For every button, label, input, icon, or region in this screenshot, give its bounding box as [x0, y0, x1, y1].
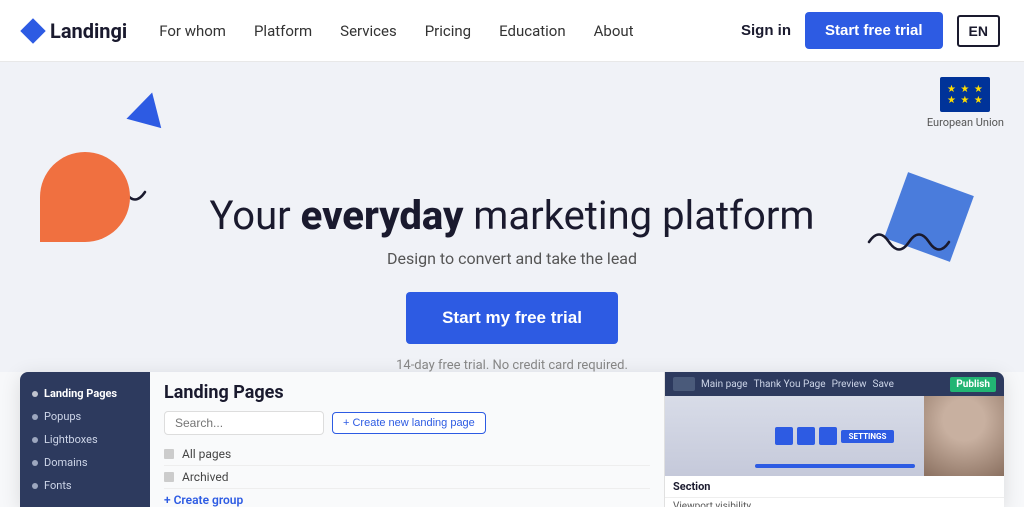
editor-viewport-row: Viewport visibility — [665, 498, 1004, 507]
editor-canvas-person-face — [924, 396, 1004, 476]
dashboard-create-group[interactable]: + Create group — [164, 489, 650, 507]
dashboard-toolbar: + Create new landing page — [164, 411, 650, 435]
sidebar-item-fonts[interactable]: Fonts — [20, 474, 150, 497]
orange-shape-decoration — [40, 152, 130, 242]
editor-topbar-thank-you: Thank You Page — [754, 379, 826, 390]
nav-about[interactable]: About — [594, 22, 634, 40]
logo-text: Landingi — [50, 19, 127, 43]
sidebar-dot-icon — [32, 483, 38, 489]
logo[interactable]: Landingi — [24, 19, 127, 43]
navbar: Landingi For whom Platform Services Pric… — [0, 0, 1024, 62]
sidebar-item-lightboxes[interactable]: Lightboxes — [20, 428, 150, 451]
hero-title-suffix: marketing platform — [463, 192, 814, 239]
dashboard-list-item-all[interactable]: All pages — [164, 443, 650, 466]
editor-canvas-bg: SETTINGS — [665, 396, 1004, 476]
logo-diamond-icon — [20, 18, 45, 43]
eu-flag-icon: ★ ★ ★★ ★ ★ — [940, 77, 990, 112]
dashboard-list-item-archived[interactable]: Archived — [164, 466, 650, 489]
dashboard-sidebar: Landing Pages Popups Lightboxes Domains … — [20, 372, 150, 507]
dashboard-main-title: Landing Pages — [164, 382, 650, 403]
editor-topbar-main-page: Main page — [701, 379, 748, 390]
editor-canvas-selection-bar — [755, 464, 915, 468]
editor-viewport-label: Viewport visibility — [673, 501, 751, 507]
nav-platform[interactable]: Platform — [254, 22, 312, 40]
nav-links: For whom Platform Services Pricing Educa… — [159, 22, 741, 40]
sign-in-button[interactable]: Sign in — [741, 22, 791, 39]
editor-topbar-publish-button[interactable]: Publish — [950, 377, 996, 392]
sidebar-item-popups[interactable]: Popups — [20, 405, 150, 428]
hero-title-bold: everyday — [301, 192, 464, 239]
editor-section-label: Section — [665, 476, 1004, 498]
nav-services[interactable]: Services — [340, 22, 397, 40]
editor-canvas-person-image — [924, 396, 1004, 476]
list-icon — [164, 449, 174, 459]
dashboard-create-button[interactable]: + Create new landing page — [332, 412, 486, 434]
editor-topbar-save[interactable]: Save — [873, 379, 894, 390]
dashboard-editor: Main page Thank You Page Preview Save Pu… — [664, 372, 1004, 507]
nav-pricing[interactable]: Pricing — [425, 22, 471, 40]
sidebar-dot-icon — [32, 414, 38, 420]
editor-canvas: SETTINGS — [665, 396, 1004, 476]
editor-topbar-back-icon[interactable] — [673, 377, 695, 391]
hero-fine-print: 14-day free trial. No credit card requir… — [20, 358, 1004, 372]
hero-cta-button[interactable]: Start my free trial — [406, 292, 618, 344]
eu-stars: ★ ★ ★★ ★ ★ — [947, 84, 984, 106]
editor-element-settings[interactable]: SETTINGS — [841, 430, 895, 443]
editor-topbar-preview[interactable]: Preview — [832, 379, 867, 390]
sidebar-item-landing-pages[interactable]: Landing Pages — [20, 382, 150, 405]
language-button[interactable]: EN — [957, 15, 1000, 47]
editor-element-btn2[interactable] — [797, 427, 815, 445]
dashboard-search-input[interactable] — [164, 411, 324, 435]
nav-actions: Sign in Start free trial EN — [741, 12, 1000, 49]
eu-label: European Union — [927, 116, 1004, 129]
hero-title: Your everyday marketing platform — [20, 192, 1004, 239]
dashboard-preview: Landing Pages Popups Lightboxes Domains … — [20, 372, 1004, 507]
hero-title-prefix: Your — [210, 192, 301, 239]
hero-section: ★ ★ ★★ ★ ★ European Union Your everyday … — [0, 62, 1024, 372]
sidebar-item-domains[interactable]: Domains — [20, 451, 150, 474]
editor-element-btn3[interactable] — [819, 427, 837, 445]
squiggle-right-icon — [864, 222, 954, 262]
editor-right-panel: Section Viewport visibility W 960 H 155 — [665, 476, 1004, 507]
start-trial-nav-button[interactable]: Start free trial — [805, 12, 943, 49]
sidebar-dot-icon — [32, 460, 38, 466]
nav-for-whom[interactable]: For whom — [159, 22, 226, 40]
editor-element-btn1[interactable] — [775, 427, 793, 445]
dashboard-main: Landing Pages + Create new landing page … — [150, 372, 664, 507]
eu-badge: ★ ★ ★★ ★ ★ European Union — [927, 77, 1004, 129]
editor-topbar: Main page Thank You Page Preview Save Pu… — [665, 372, 1004, 396]
sidebar-dot-icon — [32, 391, 38, 397]
sidebar-dot-icon — [32, 437, 38, 443]
editor-canvas-elements: SETTINGS — [775, 427, 895, 445]
nav-education[interactable]: Education — [499, 22, 566, 40]
list-icon — [164, 472, 174, 482]
triangle-left-icon — [126, 88, 169, 128]
hero-subtitle: Design to convert and take the lead — [20, 249, 1004, 268]
